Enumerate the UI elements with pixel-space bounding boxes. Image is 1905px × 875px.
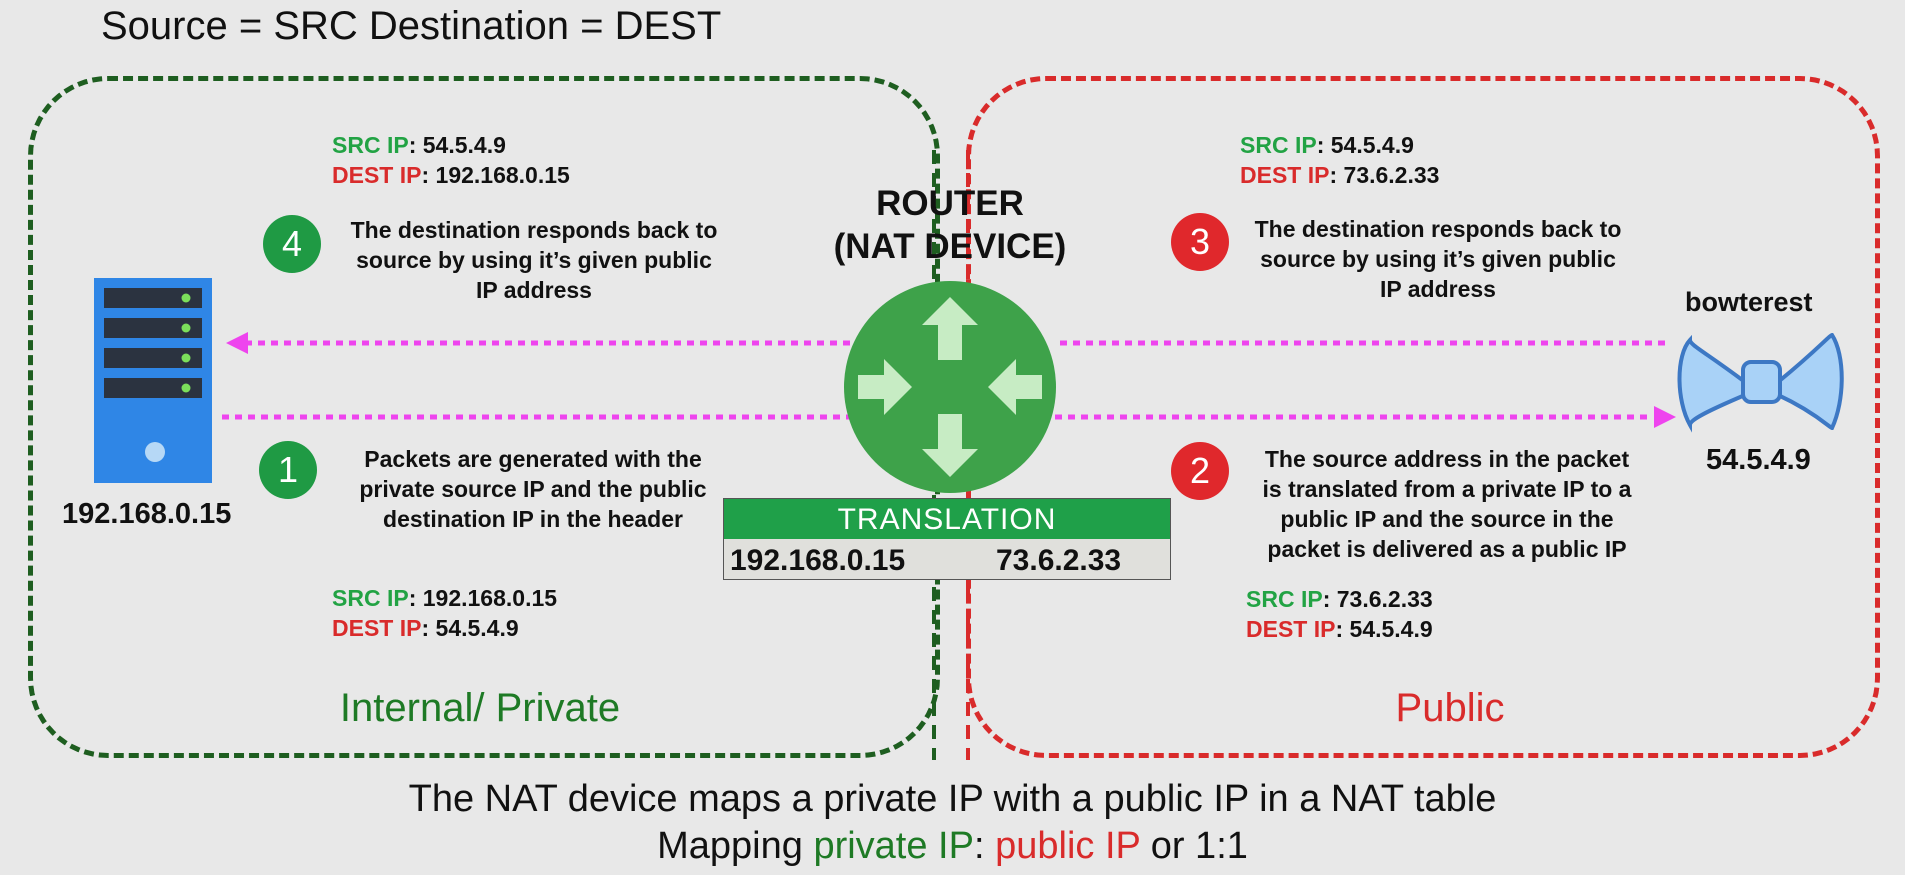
dest-ip-key: DEST IP [332, 162, 422, 188]
packet-header-top-left: SRC IP: 54.5.4.9 DEST IP: 192.168.0.15 [332, 132, 570, 188]
src-ip-key: SRC IP [332, 132, 409, 158]
packet-header-bottom-left: SRC IP: 192.168.0.15 DEST IP: 54.5.4.9 [332, 585, 558, 641]
dest-ip-key: DEST IP [332, 615, 422, 641]
server-ip-label: 192.168.0.15 [62, 498, 232, 530]
step-2-description: The source address in the packet is tran… [1262, 446, 1632, 562]
src-ip-value: 73.6.2.33 [1336, 586, 1433, 612]
packet-header-bottom-right: SRC IP: 73.6.2.33 DEST IP: 54.5.4.9 [1246, 586, 1433, 642]
step-4-badge: 4 [263, 215, 321, 273]
dest-ip-value: 54.5.4.9 [435, 615, 519, 641]
src-ip-value: 192.168.0.15 [422, 585, 558, 611]
router-title-line1: ROUTER [876, 184, 1024, 223]
bowtie-icon [1677, 332, 1844, 433]
dest-ip-value: 192.168.0.15 [435, 162, 570, 188]
dest-ip-value: 54.5.4.9 [1349, 616, 1433, 642]
src-ip-key: SRC IP [1240, 132, 1317, 158]
arrowhead-to-website [1654, 406, 1676, 428]
router-arrows-icon [844, 281, 1056, 493]
dest-ip-value: 73.6.2.33 [1343, 162, 1440, 188]
step-2-badge: 2 [1171, 442, 1229, 500]
step-3-badge: 3 [1171, 213, 1229, 271]
packet-header-top-right: SRC IP: 54.5.4.9 DEST IP: 73.6.2.33 [1240, 132, 1440, 188]
footer-public-ip: public IP [995, 825, 1141, 867]
router-title-line2: (NAT DEVICE) [833, 227, 1067, 266]
src-ip-value: 54.5.4.9 [422, 132, 506, 158]
footer-line-2: Mapping private IP: public IP or 1:1 [657, 825, 1248, 867]
arrowhead-to-server [226, 332, 248, 354]
website-ip-label: 54.5.4.9 [1706, 444, 1811, 476]
dest-ip-key: DEST IP [1246, 616, 1336, 642]
router-title: ROUTER (NAT DEVICE) [820, 182, 1080, 268]
footer-private-ip: private IP [813, 825, 974, 867]
src-ip-value: 54.5.4.9 [1330, 132, 1414, 158]
step-3-description: The destination responds back to source … [1254, 216, 1622, 302]
flow-diagram-canvas [94, 150, 1844, 760]
footer-line-1: The NAT device maps a private IP with a … [408, 778, 1497, 820]
translation-private-ip: 192.168.0.15 [730, 544, 906, 577]
step-4-description: The destination responds back to source … [350, 217, 718, 303]
server-tower-icon [94, 278, 212, 483]
translation-public-ip: 73.6.2.33 [996, 544, 1122, 577]
step-1-description: Packets are generated with the private s… [359, 446, 707, 532]
step-1-badge: 1 [259, 441, 317, 499]
src-ip-key: SRC IP [1246, 586, 1323, 612]
dest-ip-key: DEST IP [1240, 162, 1330, 188]
translation-title: TRANSLATION [724, 499, 1170, 539]
translation-table: TRANSLATION 192.168.0.15 73.6.2.33 [723, 498, 1171, 580]
website-name-label: bowterest [1685, 287, 1813, 317]
src-ip-key: SRC IP [332, 585, 409, 611]
